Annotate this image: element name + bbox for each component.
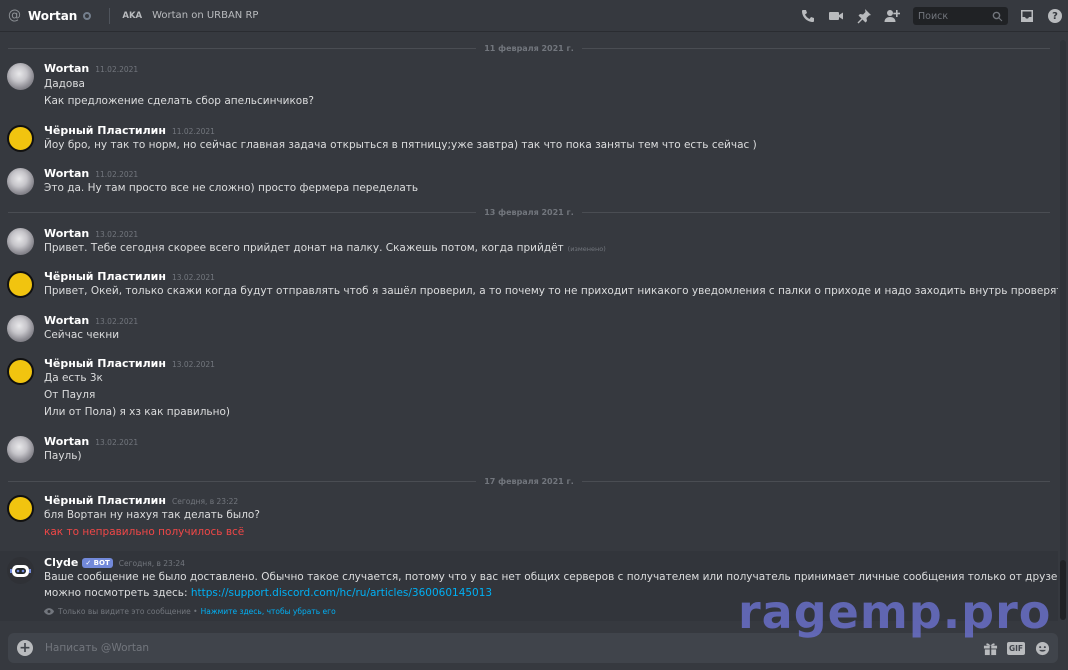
watermark: ragemp.pro — [738, 585, 1052, 639]
scrollbar-thumb[interactable] — [1060, 560, 1066, 620]
message-author[interactable]: Wortan — [44, 227, 89, 240]
message-text: Сейчас чекни — [44, 329, 120, 341]
header-toolbar: Поиск ? — [789, 0, 1062, 32]
search-placeholder: Поиск — [918, 10, 949, 22]
avatar[interactable] — [7, 358, 34, 385]
avatar[interactable] — [7, 63, 34, 90]
scrollbar-track[interactable] — [1060, 40, 1066, 620]
avatar[interactable] — [7, 271, 34, 298]
message-text: Привет, Окей, только скажи когда будут о… — [44, 285, 1058, 297]
pin-icon[interactable] — [855, 7, 873, 25]
gif-button[interactable]: GIF — [1006, 640, 1026, 656]
message-timestamp: 13.02.2021 — [171, 273, 215, 282]
support-link[interactable]: https://support.discord.com/hc/ru/articl… — [191, 587, 492, 599]
date-divider: 17 февраля 2021 г. — [8, 475, 1050, 487]
message-timestamp: 13.02.2021 — [95, 317, 139, 326]
avatar[interactable] — [7, 125, 34, 152]
message-text: Это да. Ну там просто все не сложно) про… — [44, 182, 419, 194]
failed-message-text: как то неправильно получилось всё — [44, 526, 245, 538]
avatar[interactable] — [7, 168, 34, 195]
message-author[interactable]: Clyde — [44, 556, 78, 569]
message-author[interactable]: Wortan — [44, 62, 89, 75]
ephemeral-note: Только вы видите это сообщение • Нажмите… — [44, 607, 336, 616]
eye-icon — [44, 608, 54, 615]
message-text: Йоу бро, ну так то норм, но сейчас главн… — [44, 139, 757, 151]
message-author[interactable]: Wortan — [44, 314, 89, 327]
message-text: Пауль) — [44, 450, 82, 462]
dm-title[interactable]: Wortan — [28, 9, 77, 23]
message-timestamp: Сегодня, в 23:22 — [171, 497, 239, 506]
header-divider — [109, 7, 111, 24]
search-input[interactable]: Поиск — [913, 7, 1008, 25]
message-text: можно посмотреть здесь: — [44, 587, 188, 599]
message-author[interactable]: Чёрный Пластилин — [44, 494, 166, 507]
attach-plus-icon[interactable]: + — [17, 640, 33, 656]
date-divider: 13 февраля 2021 г. — [8, 206, 1050, 218]
dismiss-message-link[interactable]: Нажмите здесь, чтобы убрать его — [201, 607, 336, 616]
message-text: От Пауля — [44, 389, 96, 401]
message-timestamp: 11.02.2021 — [95, 170, 139, 179]
message-text: бля Вортан ну нахуя так делать было? — [44, 509, 260, 521]
message-timestamp: 13.02.2021 — [95, 230, 139, 239]
at-icon: @ — [8, 8, 21, 23]
status-offline-icon — [83, 11, 92, 20]
inbox-icon[interactable] — [1018, 7, 1036, 25]
message-author[interactable]: Wortan — [44, 435, 89, 448]
help-icon[interactable]: ? — [1048, 9, 1062, 23]
edited-label: (изменено) — [567, 245, 606, 253]
message-text: Или от Пола) я хз как правильно) — [44, 406, 231, 418]
aka-label: AKA — [122, 10, 143, 21]
message-list: 11 февраля 2021 г. Wortan 11.02.2021 Дад… — [0, 32, 1058, 628]
message-timestamp: 11.02.2021 — [171, 127, 215, 136]
avatar[interactable] — [7, 436, 34, 463]
message-input[interactable] — [45, 642, 972, 654]
message-text: Как предложение сделать сбор апельсинчик… — [44, 95, 314, 107]
message-timestamp: 13.02.2021 — [95, 438, 139, 447]
message-author[interactable]: Чёрный Пластилин — [44, 357, 166, 370]
date-divider: 11 февраля 2021 г. — [8, 42, 1050, 54]
bot-badge: ✓ BOT — [82, 558, 113, 568]
message-text: Да есть 3к — [44, 372, 103, 384]
gift-icon[interactable] — [982, 640, 998, 656]
voice-call-icon[interactable] — [799, 7, 817, 25]
message-author[interactable]: Чёрный Пластилин — [44, 124, 166, 137]
avatar[interactable] — [7, 315, 34, 342]
channel-header: @ Wortan AKA Wortan on URBAN RP Поиск ? — [0, 0, 1068, 32]
message-author[interactable]: Чёрный Пластилин — [44, 270, 166, 283]
message-text: Привет. Тебе сегодня скорее всего прийде… — [44, 242, 564, 254]
message-text: Ваше сообщение не было доставлено. Обычн… — [44, 571, 1058, 583]
message-author[interactable]: Wortan — [44, 167, 89, 180]
clyde-avatar[interactable] — [7, 557, 34, 584]
message-text: Дадова — [44, 78, 85, 90]
message-timestamp: 11.02.2021 — [95, 65, 139, 74]
video-call-icon[interactable] — [827, 7, 845, 25]
message-timestamp: 13.02.2021 — [171, 360, 215, 369]
avatar[interactable] — [7, 228, 34, 255]
nickname: Wortan on URBAN RP — [152, 10, 259, 21]
emoji-icon[interactable] — [1034, 640, 1050, 656]
message-timestamp: Сегодня, в 23:24 — [118, 559, 185, 568]
search-icon — [992, 11, 1003, 21]
avatar[interactable] — [7, 495, 34, 522]
add-friend-icon[interactable] — [883, 7, 901, 25]
